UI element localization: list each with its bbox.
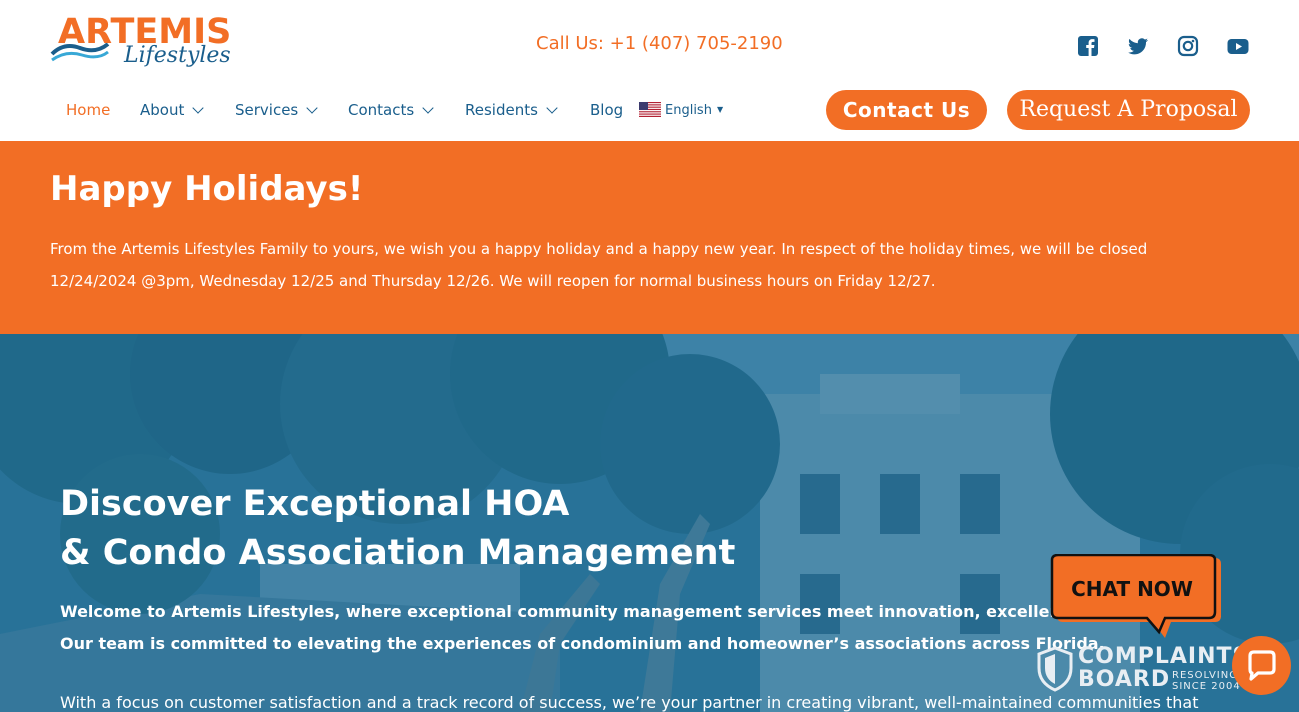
nav-about-label: About xyxy=(140,101,185,119)
language-label: English xyxy=(665,103,712,118)
nav-home[interactable]: Home xyxy=(66,98,110,122)
hero-title-line-2: & Condo Association Management xyxy=(60,533,736,573)
us-flag-icon xyxy=(639,102,661,117)
instagram-icon[interactable] xyxy=(1177,35,1199,57)
language-selector[interactable]: English ▼ xyxy=(639,101,723,121)
twitter-icon[interactable] xyxy=(1127,35,1149,57)
nav-blog-label: Blog xyxy=(590,101,624,119)
chevron-down-icon xyxy=(306,102,318,114)
nav-residents-label: Residents xyxy=(465,101,538,119)
nav-services[interactable]: Services xyxy=(235,98,318,122)
nav-about[interactable]: About xyxy=(140,98,205,122)
hero-title: Discover Exceptional HOA & Condo Associa… xyxy=(60,480,735,578)
phone-link[interactable]: Call Us: +1 (407) 705-2190 xyxy=(536,33,783,55)
live-chat-button[interactable] xyxy=(1232,636,1291,695)
nav-contacts-label: Contacts xyxy=(348,101,415,119)
chevron-down-icon xyxy=(546,102,558,114)
artemis-logo[interactable]: ARTEMIS Lifestyles xyxy=(50,14,235,76)
nav-blog[interactable]: Blog xyxy=(590,98,623,122)
chat-now-label[interactable]: CHAT NOW xyxy=(1052,574,1212,604)
chevron-down-icon xyxy=(422,102,434,114)
complaints-board-line2: BOARD xyxy=(1078,667,1171,692)
contact-us-button[interactable]: Contact Us xyxy=(826,90,987,130)
hero-title-line-1: Discover Exceptional HOA xyxy=(60,484,570,524)
chevron-down-icon xyxy=(192,102,205,114)
banner-text: From the Artemis Lifestyles Family to yo… xyxy=(50,240,1148,290)
nav-residents[interactable]: Residents xyxy=(465,98,558,122)
request-proposal-button[interactable]: Request A Proposal xyxy=(1007,90,1250,130)
youtube-icon[interactable] xyxy=(1227,35,1249,57)
shield-icon xyxy=(1037,646,1073,692)
banner-title: Happy Holidays! xyxy=(50,169,364,209)
logo-subtext: Lifestyles xyxy=(124,43,231,68)
facebook-icon[interactable] xyxy=(1077,35,1099,57)
chat-bubble-icon xyxy=(1248,650,1276,681)
site-header: ARTEMIS Lifestyles Call Us: +1 (407) 705… xyxy=(0,0,1299,141)
nav-contacts[interactable]: Contacts xyxy=(348,98,434,122)
nav-home-label: Home xyxy=(66,101,111,119)
caret-down-icon: ▼ xyxy=(716,105,724,114)
complaints-board-line1: COMPLAINTS xyxy=(1078,644,1250,669)
nav-services-label: Services xyxy=(235,101,299,119)
complaints-board-sub2: SINCE 2004 xyxy=(1172,681,1241,692)
holiday-banner: Happy Holidays! From the Artemis Lifesty… xyxy=(0,141,1299,334)
